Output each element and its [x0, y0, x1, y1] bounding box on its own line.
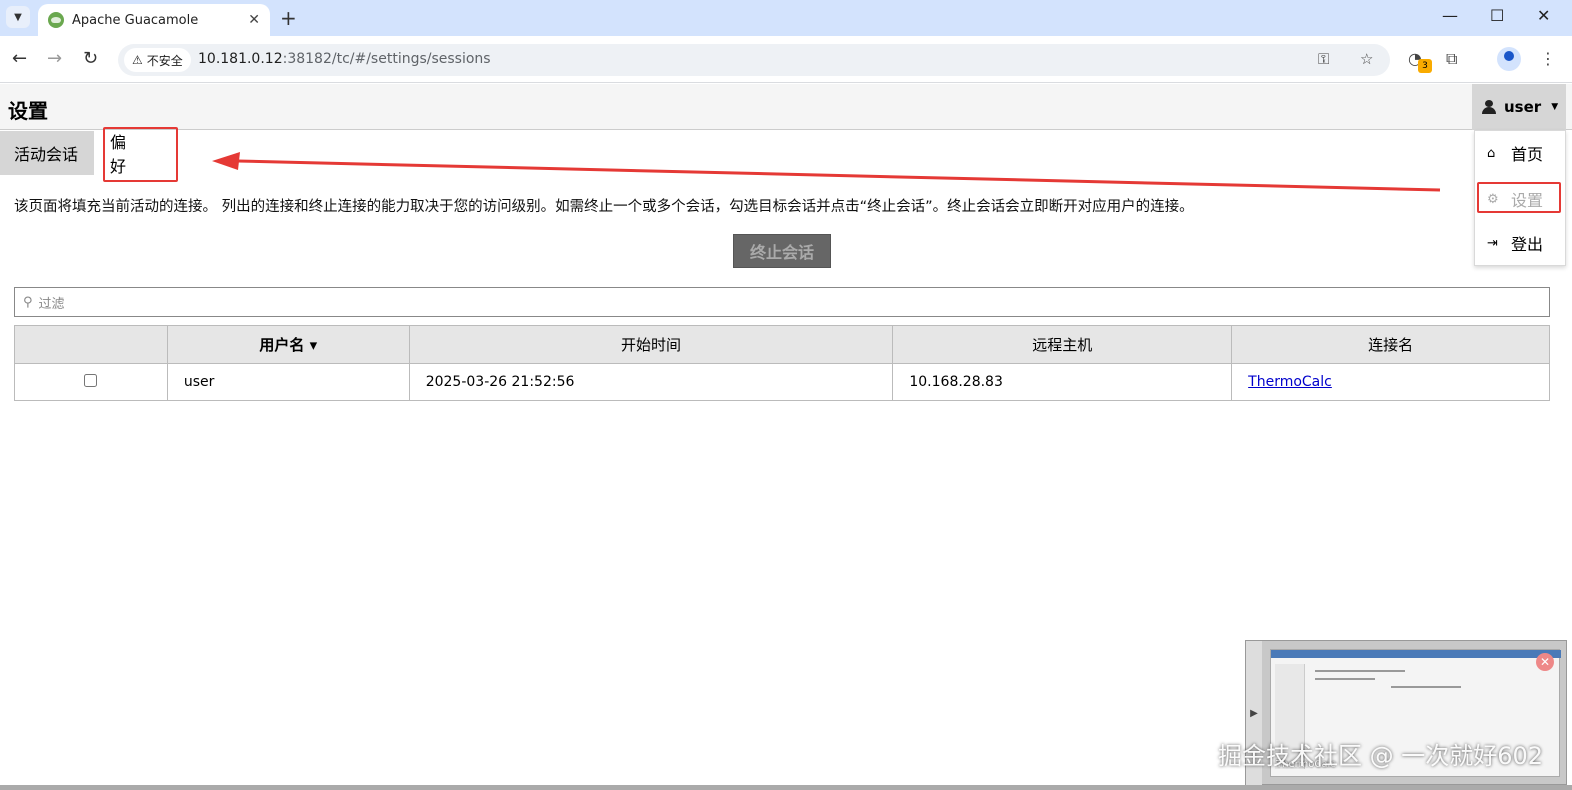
- row-checkbox[interactable]: [84, 373, 98, 387]
- tab-sessions[interactable]: 活动会话: [0, 131, 94, 175]
- header-select: [14, 325, 168, 364]
- browser-tabbar: ▼ Apache Guacamole ✕ + — ☐ ✕: [0, 0, 1572, 36]
- menu-item-logout[interactable]: ⇥ 登出: [1475, 221, 1567, 265]
- cell-username: user: [166, 363, 410, 401]
- cell-start-time: 2025-03-26 21:52:56: [408, 363, 894, 401]
- bottom-strip: [0, 785, 1572, 790]
- annotation-box-preferences: [103, 127, 178, 182]
- tab-close-icon[interactable]: ✕: [248, 12, 260, 28]
- user-menu-button[interactable]: user ▼: [1472, 84, 1566, 130]
- forward-icon[interactable]: →: [47, 48, 62, 69]
- header-username[interactable]: 用户名 ▾: [166, 325, 410, 364]
- table-row: user 2025-03-26 21:52:56 10.168.28.83 Th…: [14, 363, 1550, 401]
- connection-link[interactable]: ThermoCalc: [1248, 374, 1332, 390]
- cell-remote-host: 10.168.28.83: [892, 363, 1233, 401]
- sort-caret-icon: ▾: [309, 336, 318, 354]
- url-path: :38182/tc/#/settings/sessions: [282, 51, 491, 67]
- home-icon: ⌂: [1487, 145, 1496, 161]
- header-remote-host[interactable]: 远程主机: [892, 325, 1233, 364]
- guacamole-favicon-icon: [48, 12, 64, 28]
- menu-item-home[interactable]: ⌂ 首页: [1475, 131, 1567, 175]
- new-tab-icon[interactable]: +: [280, 6, 297, 30]
- thumbnail-titlebar: [1271, 650, 1561, 658]
- search-icon: ⚲: [23, 294, 33, 310]
- thumbnail-line: [1315, 670, 1405, 672]
- header-username-label: 用户名: [259, 336, 305, 354]
- page-title: 设置: [8, 99, 48, 123]
- address-bar[interactable]: ⚠ 不安全 10.181.0.12:38182/tc/#/settings/se…: [118, 44, 1390, 76]
- table-header-row: 用户名 ▾ 开始时间 远程主机 连接名: [14, 325, 1550, 364]
- header-connection-name[interactable]: 连接名: [1231, 325, 1550, 364]
- menu-logout-label: 登出: [1511, 235, 1544, 254]
- thumbnail-line: [1391, 686, 1461, 688]
- sessions-description: 该页面将填充当前活动的连接。 列出的连接和终止连接的能力取决于您的访问级别。如需…: [14, 199, 1194, 215]
- security-chip[interactable]: ⚠ 不安全: [124, 48, 191, 72]
- tab-title: Apache Guacamole: [72, 12, 199, 28]
- thumbnail-line: [1315, 678, 1375, 680]
- puzzle-icon[interactable]: ⧉: [1446, 49, 1457, 69]
- filter-input[interactable]: ⚲ 过滤: [14, 287, 1550, 317]
- extension-badge: 3: [1418, 59, 1432, 73]
- profile-avatar-icon[interactable]: [1497, 47, 1521, 71]
- app-header: 设置 user ▼: [0, 84, 1572, 130]
- filter-placeholder: 过滤: [38, 296, 65, 312]
- caret-down-icon: ▼: [1551, 102, 1559, 112]
- minimize-icon[interactable]: —: [1442, 6, 1458, 25]
- watermark: 掘金技术社区 @ 一次就好602: [1218, 742, 1544, 770]
- annotation-box-settings: [1477, 182, 1561, 213]
- back-icon[interactable]: ←: [12, 48, 27, 69]
- logout-icon: ⇥: [1487, 235, 1498, 251]
- browser-toolbar: ← → ↻ ⚠ 不安全 10.181.0.12:38182/tc/#/setti…: [0, 36, 1572, 83]
- thumbnail-close-icon[interactable]: ✕: [1536, 653, 1554, 671]
- cell-connection-name: ThermoCalc: [1231, 363, 1550, 401]
- kill-sessions-button[interactable]: 终止会话: [733, 234, 831, 268]
- user-name: user: [1504, 98, 1542, 116]
- header-start-time[interactable]: 开始时间: [408, 325, 894, 364]
- browser-tab[interactable]: Apache Guacamole ✕: [38, 4, 270, 36]
- security-label: 不安全: [146, 53, 183, 68]
- more-menu-icon[interactable]: ⋮: [1540, 49, 1556, 68]
- bookmark-star-icon[interactable]: ☆: [1360, 50, 1373, 68]
- menu-home-label: 首页: [1511, 145, 1544, 164]
- warning-icon: ⚠: [132, 53, 143, 67]
- maximize-icon[interactable]: ☐: [1490, 6, 1504, 25]
- url-text[interactable]: 10.181.0.12:38182/tc/#/settings/sessions: [198, 51, 491, 67]
- tab-list-chevron-icon[interactable]: ▼: [6, 6, 30, 28]
- user-icon: [1482, 100, 1496, 114]
- key-icon[interactable]: ⚿: [1318, 50, 1329, 68]
- window-close-icon[interactable]: ✕: [1537, 6, 1550, 25]
- sessions-table: 用户名 ▾ 开始时间 远程主机 连接名 user 2025-03-26 21:5…: [14, 325, 1550, 401]
- url-host: 10.181.0.12: [198, 51, 283, 67]
- row-select-cell: [14, 363, 168, 401]
- reload-icon[interactable]: ↻: [83, 48, 98, 69]
